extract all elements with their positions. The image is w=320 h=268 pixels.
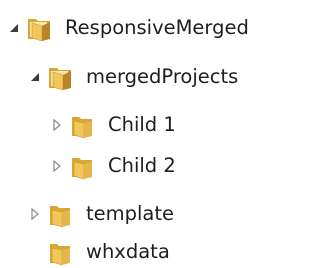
tree-node-label: Child 2 — [108, 154, 176, 177]
tree-node-whxdata[interactable]: whxdata — [27, 236, 170, 268]
expanded-triangle-icon[interactable] — [6, 20, 22, 36]
tree-node-child-2[interactable]: Child 2 — [49, 150, 176, 182]
tree-node-template[interactable]: template — [27, 198, 174, 230]
folder-icon — [50, 243, 70, 265]
folder-icon — [28, 18, 50, 41]
folder-icon — [49, 67, 71, 90]
collapsed-triangle-icon[interactable] — [27, 206, 43, 222]
tree-node-mergedprojects[interactable]: mergedProjects — [27, 61, 238, 93]
tree-node-label: mergedProjects — [86, 65, 239, 88]
tree-node-label: template — [86, 202, 175, 225]
folder-icon — [72, 116, 92, 138]
tree-node-label: whxdata — [86, 240, 170, 263]
folder-tree: ResponsiveMerged mergedProjects Child 1 — [0, 0, 294, 268]
tree-node-label: ResponsiveMerged — [65, 16, 249, 39]
folder-icon — [72, 157, 92, 179]
folder-icon — [50, 205, 70, 227]
collapsed-triangle-icon[interactable] — [49, 158, 65, 174]
tree-node-label: Child 1 — [108, 113, 176, 136]
tree-node-child-1[interactable]: Child 1 — [49, 109, 176, 141]
no-toggle-spacer — [27, 244, 43, 260]
collapsed-triangle-icon[interactable] — [49, 117, 65, 133]
expanded-triangle-icon[interactable] — [27, 69, 43, 85]
tree-node-responsivemerged[interactable]: ResponsiveMerged — [6, 12, 249, 44]
